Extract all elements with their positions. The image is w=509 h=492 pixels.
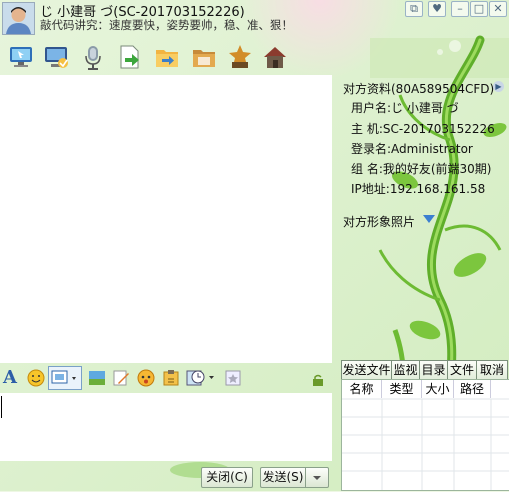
- handwriting-icon[interactable]: [112, 369, 130, 387]
- column-path[interactable]: 路径: [454, 380, 491, 398]
- info-row-login: 登录名:Administrator: [351, 142, 473, 156]
- message-history-area[interactable]: [0, 75, 332, 363]
- skin-icon[interactable]: ♥: [428, 1, 446, 17]
- column-type[interactable]: 类型: [382, 380, 422, 398]
- column-name[interactable]: 名称: [342, 380, 382, 398]
- image-icon[interactable]: [88, 369, 106, 387]
- message-input[interactable]: [0, 393, 332, 461]
- transfer-folder-icon[interactable]: [153, 43, 181, 71]
- column-size[interactable]: 大小: [422, 380, 454, 398]
- info-row-group: 组 名:我的好友(前端30期): [351, 162, 492, 176]
- emoticon-icon[interactable]: [27, 369, 45, 387]
- tab-monitor[interactable]: 监视: [391, 360, 420, 380]
- lock-icon[interactable]: [312, 374, 324, 386]
- screen-monitor-icon[interactable]: [42, 43, 70, 71]
- home-icon[interactable]: [261, 43, 289, 71]
- photo-toggle-icon[interactable]: [422, 213, 436, 225]
- nudge-icon[interactable]: [137, 369, 155, 387]
- contact-motto: 敲代码讲究：速度要快，姿势要帅，稳、准、狠！: [40, 18, 293, 32]
- info-row-ip: IP地址:192.168.161.58: [351, 182, 486, 196]
- close-button[interactable]: 关闭(C): [201, 467, 253, 488]
- info-row-host: 主 机:SC-201703152226: [351, 122, 495, 136]
- tab-cancel[interactable]: 取消: [476, 360, 508, 380]
- avatar[interactable]: [2, 2, 35, 35]
- restore-icon[interactable]: ⧉: [405, 1, 423, 17]
- tab-directory[interactable]: 目录: [419, 360, 448, 380]
- close-icon[interactable]: ✕: [489, 1, 507, 17]
- font-icon[interactable]: A: [3, 369, 21, 387]
- screenshot-icon[interactable]: [48, 366, 82, 390]
- maximize-icon[interactable]: □: [470, 1, 488, 17]
- info-row-username: 用户名:じ 小建哥 づ: [351, 101, 459, 115]
- shared-folder-icon[interactable]: [190, 43, 218, 71]
- minimize-icon[interactable]: –: [451, 1, 469, 17]
- send-file-icon[interactable]: [116, 43, 144, 71]
- tab-file[interactable]: 文件: [447, 360, 477, 380]
- expand-info-icon[interactable]: ▶: [493, 81, 504, 92]
- remote-desktop-icon[interactable]: [7, 43, 35, 71]
- contact-photo-label: 对方形象照片: [343, 215, 416, 229]
- text-cursor: [1, 396, 2, 418]
- send-button[interactable]: 发送(S): [260, 467, 305, 488]
- contact-info-title: 对方资料(80A589504CFD): [343, 82, 495, 96]
- history-icon[interactable]: [186, 368, 216, 388]
- user-settings-icon[interactable]: [226, 43, 254, 71]
- extra-icon[interactable]: [224, 369, 242, 387]
- send-options-button[interactable]: [305, 467, 329, 488]
- file-icon[interactable]: [162, 369, 180, 387]
- voice-mic-icon[interactable]: [79, 43, 107, 71]
- tab-send-file[interactable]: 发送文件: [341, 360, 392, 380]
